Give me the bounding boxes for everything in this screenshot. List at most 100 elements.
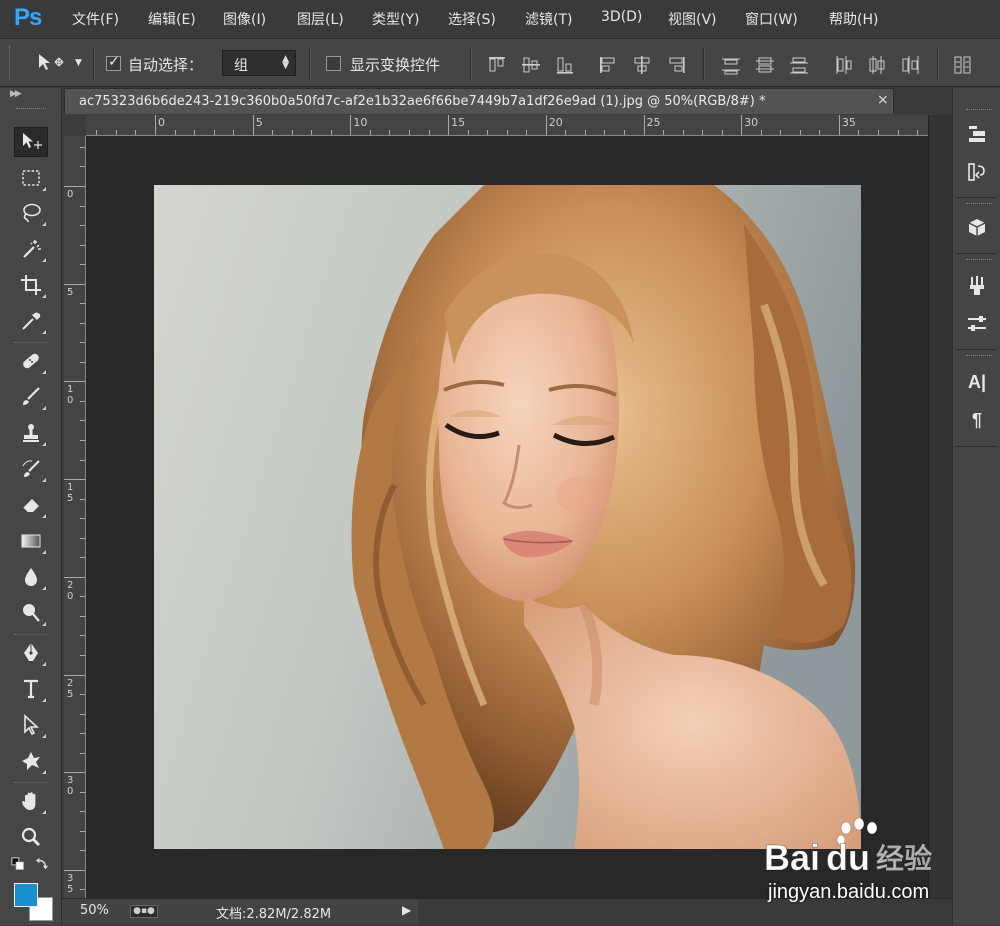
align-left-icon[interactable] — [597, 54, 619, 76]
layers-panel-button[interactable] — [962, 120, 992, 148]
options-bar-grip[interactable] — [9, 46, 13, 80]
align-bottom-icon[interactable] — [554, 54, 576, 76]
ruler-label: 5 — [255, 116, 263, 129]
horizontal-ruler[interactable]: 0 5 10 15 20 25 30 35 — [86, 115, 928, 136]
move-tool[interactable] — [14, 127, 48, 157]
align-hcenter-icon[interactable] — [631, 54, 653, 76]
path-selection-tool[interactable] — [14, 710, 48, 740]
distribute-vcenter-icon[interactable] — [754, 54, 776, 76]
show-transform-checkbox[interactable] — [326, 56, 341, 71]
swap-colors-button[interactable] — [34, 856, 50, 872]
hand-icon — [22, 792, 36, 810]
ruler-minor-tick — [604, 130, 606, 135]
toolbox-grip[interactable] — [16, 108, 46, 112]
3d-panel-button[interactable] — [962, 214, 992, 242]
eraser-tool[interactable] — [14, 490, 48, 520]
align-vcenter-icon[interactable] — [520, 54, 542, 76]
dock-grip[interactable] — [966, 203, 992, 207]
align-right-icon[interactable] — [665, 54, 687, 76]
collapse-toolbox-icon[interactable]: ▶▶ — [10, 89, 22, 99]
dock-grip[interactable] — [966, 109, 992, 113]
menu-filter[interactable]: 滤镜(T) — [525, 9, 572, 29]
menu-window[interactable]: 窗口(W) — [745, 9, 798, 29]
crop-icon — [21, 275, 41, 295]
type-tool[interactable] — [14, 674, 48, 704]
history-brush-tool[interactable] — [14, 454, 48, 484]
brush-tool[interactable] — [14, 382, 48, 412]
eyedropper-tool[interactable] — [14, 306, 48, 336]
ruler-minor-tick — [80, 615, 85, 617]
ruler-minor-tick — [663, 130, 665, 135]
dock-grip[interactable] — [966, 259, 992, 263]
character-panel-button[interactable]: A| — [962, 368, 992, 396]
align-top-icon[interactable] — [486, 54, 508, 76]
distribute-left-icon[interactable] — [832, 54, 854, 76]
vertical-scrollbar[interactable] — [928, 115, 952, 898]
vertical-ruler[interactable]: 0 5 1 0 1 5 2 0 2 5 3 0 3 5 — [64, 136, 86, 898]
adjustments-panel-button[interactable] — [962, 310, 992, 338]
close-icon[interactable]: × — [877, 92, 889, 108]
brush-presets-button[interactable] — [962, 272, 992, 300]
ruler-minor-tick — [80, 264, 85, 266]
lasso-tool[interactable] — [14, 198, 48, 228]
clone-stamp-tool[interactable] — [14, 418, 48, 448]
ruler-minor-tick — [799, 130, 801, 135]
marquee-tool[interactable] — [14, 163, 48, 193]
auto-select-target-select[interactable]: 组 ▲ ▼ — [222, 50, 296, 76]
distribute-hcenter-icon[interactable] — [866, 54, 888, 76]
ruler-origin[interactable] — [64, 115, 86, 136]
healing-brush-tool[interactable] — [14, 346, 48, 376]
custom-shape-tool[interactable] — [14, 746, 48, 776]
auto-align-layers-icon[interactable] — [952, 54, 974, 76]
document-image[interactable] — [154, 185, 861, 849]
tool-preset-picker[interactable]: ▼ — [33, 50, 85, 76]
menu-file[interactable]: 文件(F) — [72, 9, 119, 29]
history-icon — [968, 163, 985, 181]
dodge-tool[interactable] — [14, 598, 48, 628]
ruler-minor-tick — [213, 130, 215, 135]
dock-grip[interactable] — [966, 355, 992, 359]
ruler-minor-tick — [272, 130, 274, 135]
ruler-minor-tick — [741, 130, 743, 135]
zoom-options-icon[interactable]: ●▪● — [130, 905, 158, 918]
foreground-color-swatch[interactable] — [14, 883, 38, 907]
watermark-url: jingyan.baidu.com — [768, 881, 930, 903]
ruler-minor-tick — [80, 850, 85, 852]
lasso-icon — [23, 203, 41, 223]
menu-help[interactable]: 帮助(H) — [829, 9, 878, 29]
menu-image[interactable]: 图像(I) — [223, 9, 266, 29]
distribute-top-icon[interactable] — [720, 54, 742, 76]
ruler-label: 30 — [744, 116, 759, 129]
blur-tool[interactable] — [14, 562, 48, 592]
zoom-level[interactable]: 50% — [80, 903, 109, 918]
zoom-tool[interactable] — [14, 822, 48, 852]
document-tab[interactable]: ac75323d6b6de243-219c360b0a50fd7c-af2e1b… — [64, 88, 894, 114]
distribute-right-icon[interactable] — [900, 54, 922, 76]
paragraph-panel-button[interactable]: ¶ — [962, 406, 992, 434]
hand-tool[interactable] — [14, 786, 48, 816]
bandage-icon — [23, 353, 39, 369]
pen-tool[interactable] — [14, 638, 48, 668]
ruler-minor-tick — [80, 146, 85, 148]
ruler-minor-tick — [819, 130, 821, 135]
status-menu-arrow-icon[interactable]: ▶ — [402, 903, 411, 917]
auto-select-checkbox[interactable] — [106, 54, 121, 71]
ruler-minor-tick — [80, 576, 85, 578]
ruler-minor-tick — [80, 400, 85, 402]
gradient-tool[interactable] — [14, 526, 48, 556]
distribute-bottom-icon[interactable] — [788, 54, 810, 76]
menu-3d[interactable]: 3D(D) — [601, 9, 642, 25]
watermark-brand2: du — [826, 837, 870, 878]
crop-tool[interactable] — [14, 270, 48, 300]
default-colors-button[interactable] — [10, 856, 26, 872]
document-size-info: 文档:2.82M/2.82M — [216, 907, 332, 922]
separator — [955, 197, 997, 198]
history-panel-button[interactable] — [962, 158, 992, 186]
menu-select[interactable]: 选择(S) — [448, 9, 496, 29]
menu-layer[interactable]: 图层(L) — [297, 9, 344, 29]
menu-type[interactable]: 类型(Y) — [372, 9, 419, 29]
ruler-minor-tick — [80, 518, 85, 520]
quick-select-tool[interactable] — [14, 234, 48, 264]
menu-edit[interactable]: 编辑(E) — [148, 9, 196, 29]
menu-view[interactable]: 视图(V) — [668, 9, 717, 29]
